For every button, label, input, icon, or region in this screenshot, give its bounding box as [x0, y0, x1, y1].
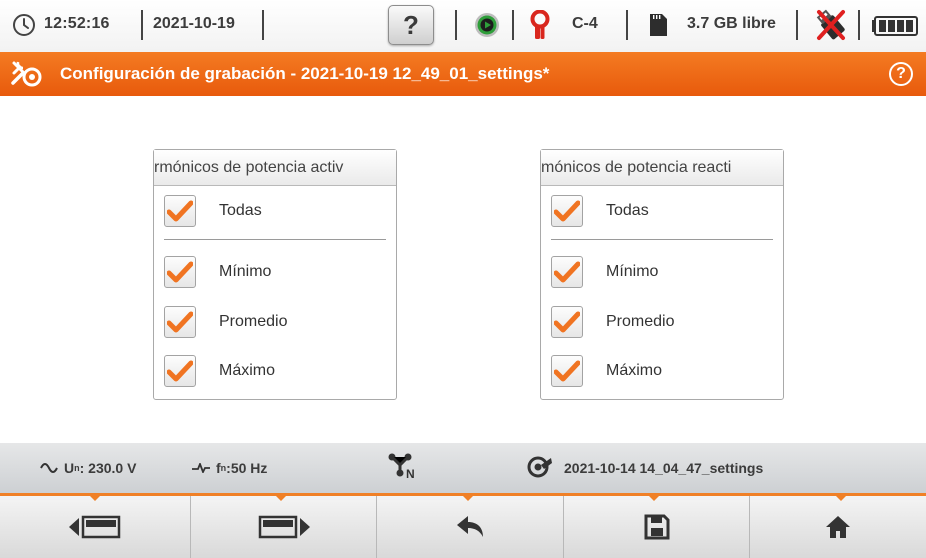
status-divider: [455, 10, 457, 40]
home-button[interactable]: [750, 496, 926, 558]
page-title: Configuración de grabación - 2021-10-19 …: [60, 64, 550, 83]
option-row-min[interactable]: Mínimo: [551, 256, 658, 288]
clock-date: 2021-10-19: [153, 15, 235, 32]
check-icon: [167, 200, 193, 222]
check-icon: [167, 360, 193, 382]
check-icon: [554, 200, 580, 222]
home-icon: [826, 516, 850, 538]
nominal-frequency: f n:50 Hz: [192, 460, 267, 476]
status-bar: 12:52:16 2021-10-19 ? C-4 3.7 GB libre: [0, 0, 926, 52]
panel-header: mónicos de potencia reacti: [541, 150, 783, 186]
panel-header: rmónicos de potencia activ: [154, 150, 396, 186]
status-divider: [262, 10, 264, 40]
checkbox-min[interactable]: [164, 256, 196, 288]
check-icon: [554, 360, 580, 382]
panel-title: mónicos de potencia reacti: [541, 159, 732, 176]
option-row-avg[interactable]: Promedio: [551, 306, 674, 338]
status-divider: [512, 10, 514, 40]
network-sub-label: N: [406, 467, 415, 479]
title-bar: Configuración de grabación - 2021-10-19 …: [0, 52, 926, 96]
arrow-left-screen-icon: [69, 515, 121, 539]
checkbox-all[interactable]: [551, 195, 583, 227]
previous-screen-button[interactable]: [0, 496, 190, 558]
pulse-wave-icon: [192, 463, 210, 473]
sd-card-icon: [650, 14, 667, 36]
checkbox-max[interactable]: [164, 355, 196, 387]
clamp-type-label: C-4: [572, 15, 598, 32]
checkbox-avg[interactable]: [164, 306, 196, 338]
all-option-row[interactable]: Todas: [551, 195, 649, 227]
sine-wave-icon: [40, 463, 58, 473]
option-label: Máximo: [219, 362, 276, 379]
settings-tools-icon: [11, 61, 42, 87]
clock-icon: [13, 14, 35, 36]
battery-icon: [872, 16, 918, 36]
help-button[interactable]: ?: [388, 5, 434, 45]
all-option-row[interactable]: Todas: [164, 195, 262, 227]
panel-title: rmónicos de potencia activ: [154, 159, 344, 176]
option-label: Máximo: [606, 362, 663, 379]
option-label: Todas: [219, 202, 262, 219]
save-icon: [644, 514, 669, 540]
checkbox-avg[interactable]: [551, 306, 583, 338]
status-divider: [796, 10, 798, 40]
record-icon[interactable]: [474, 12, 500, 38]
status-divider: [141, 10, 143, 40]
option-label: Mínimo: [606, 263, 659, 280]
option-label: Mínimo: [219, 263, 272, 280]
check-icon: [167, 261, 193, 283]
check-icon: [554, 261, 580, 283]
storage-free-label: 3.7 GB libre: [687, 15, 776, 32]
voltage-value: : 230.0 V: [79, 460, 137, 476]
back-arrow-icon: [457, 516, 483, 537]
checkbox-all[interactable]: [164, 195, 196, 227]
checkbox-min[interactable]: [551, 256, 583, 288]
check-icon: [167, 311, 193, 333]
help-button-label: ?: [403, 9, 419, 40]
settings-file-icon: [527, 456, 552, 478]
clock-time: 12:52:16: [44, 15, 110, 32]
settings-file-name: 2021-10-14 14_04_47_settings: [564, 460, 764, 476]
active-power-harmonics-panel: rmónicos de potencia activ Todas Mínimo …: [153, 149, 397, 400]
status-divider: [858, 10, 860, 40]
option-row-max[interactable]: Máximo: [551, 355, 662, 387]
next-screen-button[interactable]: [191, 496, 376, 558]
info-bar: Un: 230.0 V f n:50 Hz N 2021-10-14 14_04_…: [0, 443, 926, 493]
save-button[interactable]: [564, 496, 749, 558]
title-help-button[interactable]: ?: [889, 62, 913, 86]
divider: [551, 239, 773, 240]
nominal-voltage: Un: 230.0 V: [40, 460, 136, 476]
option-label: Promedio: [606, 313, 675, 330]
bottom-toolbar: [0, 493, 926, 558]
divider: [164, 239, 386, 240]
title-help-label: ?: [896, 65, 906, 82]
status-divider: [626, 10, 628, 40]
usb-disconnected-icon: [816, 9, 845, 40]
arrow-right-screen-icon: [258, 515, 310, 539]
frequency-value: :50 Hz: [226, 460, 268, 476]
network-type-icon: N: [388, 453, 415, 479]
reactive-power-harmonics-panel: mónicos de potencia reacti Todas Mínimo …: [540, 149, 784, 400]
option-row-avg[interactable]: Promedio: [164, 306, 287, 338]
option-row-min[interactable]: Mínimo: [164, 256, 271, 288]
clamp-icon: [530, 10, 550, 39]
option-row-max[interactable]: Máximo: [164, 355, 275, 387]
option-label: Todas: [606, 202, 649, 219]
checkbox-max[interactable]: [551, 355, 583, 387]
option-label: Promedio: [219, 313, 288, 330]
voltage-prefix: U: [64, 460, 75, 476]
check-icon: [554, 311, 580, 333]
back-button[interactable]: [377, 496, 563, 558]
